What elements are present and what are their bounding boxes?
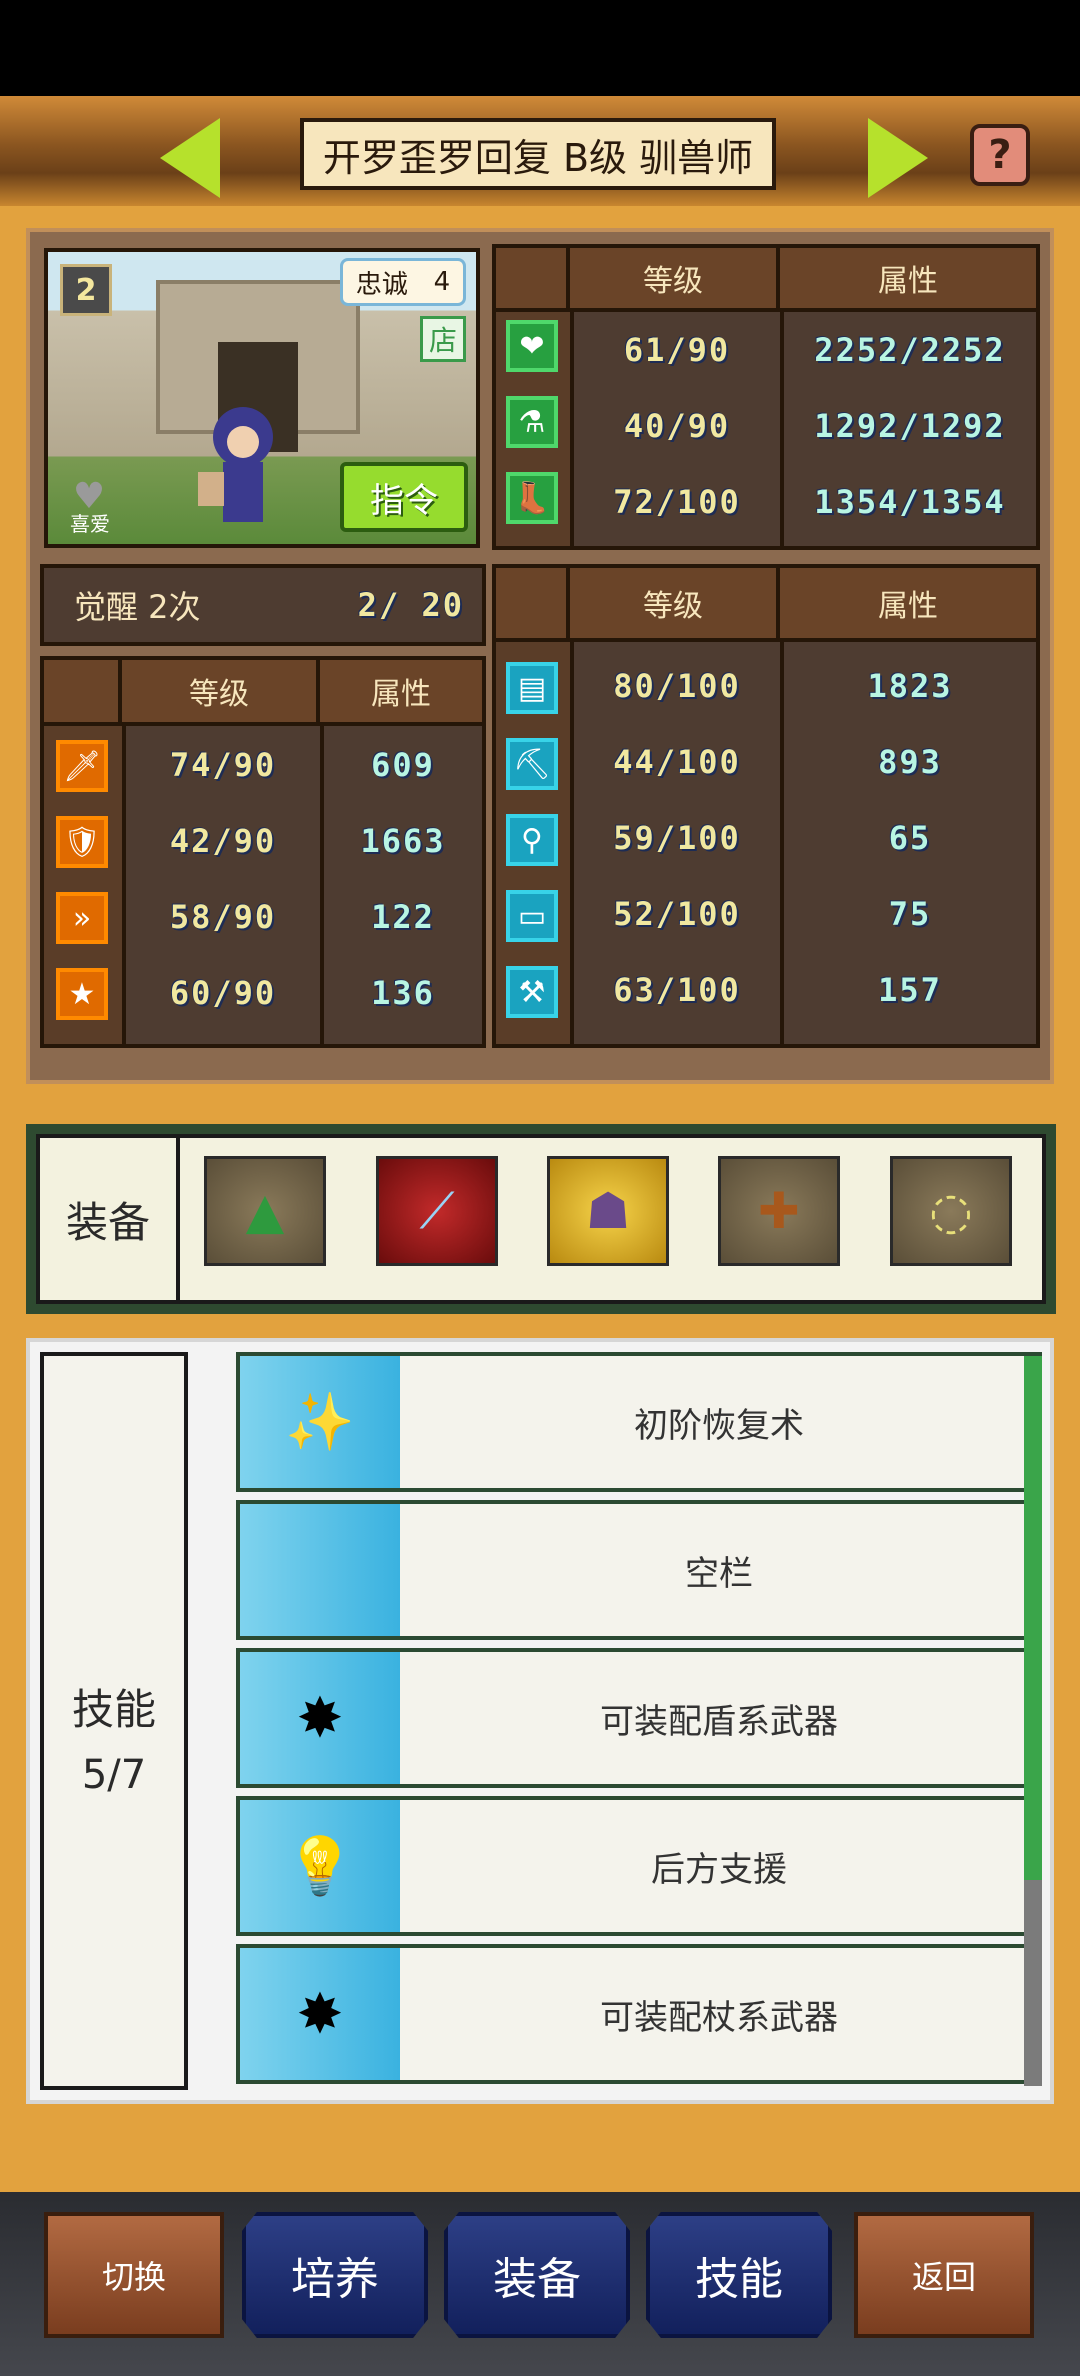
luck-attr: 136 [371, 974, 435, 1012]
awaken-row: 觉醒 2次 2/ 20 [40, 564, 486, 646]
rank-badge: 2 [60, 264, 112, 316]
skill-slot-2[interactable]: 空栏 [236, 1500, 1042, 1640]
skill-tab[interactable]: 技能 [646, 2212, 832, 2338]
skill-name: 可装配杖系武器 [600, 1997, 838, 2038]
shovel-icon: ⚲ [506, 814, 558, 866]
sparkle-weapon-icon: ✸ [240, 1948, 400, 2080]
equip-slot-hat[interactable]: ▲ [204, 1156, 326, 1266]
sword-icon: 🗡 [56, 740, 108, 792]
empty-skill-icon [240, 1504, 400, 1636]
craft-attr: 1823 [867, 667, 953, 705]
col-attr: 属性 [320, 660, 482, 722]
boot-icon: 👢 [506, 472, 558, 524]
equip-slot-doll[interactable]: ☗ [547, 1156, 669, 1266]
skill-slot-3[interactable]: ✸ 可装配盾系武器 [236, 1648, 1042, 1788]
luck-level: 60/90 [169, 974, 277, 1012]
cat-doll-icon: ☗ [585, 1182, 631, 1240]
hp-level: 61/90 [623, 331, 731, 369]
magic-staff-icon: ⟋ [419, 1181, 455, 1240]
equip-slot-necklace[interactable]: ◌ [890, 1156, 1012, 1266]
heart-icon: ❤ [506, 320, 558, 372]
skill-name: 后方支援 [651, 1849, 787, 1890]
mining-level: 44/100 [613, 743, 741, 781]
treasure-attr: 75 [888, 895, 932, 933]
mp-attr: 1292/1292 [814, 407, 1006, 445]
switch-button[interactable]: 切换 [44, 2212, 224, 2338]
skill-name: 初阶恢复术 [634, 1405, 804, 1446]
book-icon: ▤ [506, 662, 558, 714]
skill-name: 空栏 [685, 1553, 753, 1594]
prev-arrow-button[interactable] [160, 118, 220, 198]
equipment-label: 装备 [40, 1138, 180, 1300]
help-icon[interactable]: ? [970, 124, 1030, 186]
sparkle-weapon-icon: ✸ [240, 1652, 400, 1784]
spd-attr: 122 [371, 898, 435, 936]
col-level: 等级 [570, 568, 780, 638]
scrollbar-track[interactable] [1024, 1356, 1042, 2086]
skill-slot-4[interactable]: 💡 后方支援 [236, 1796, 1042, 1936]
hp-attr: 2252/2252 [814, 331, 1006, 369]
stamina-level: 72/100 [613, 483, 741, 521]
command-button[interactable]: 指令 [340, 462, 468, 532]
treasure-level: 52/100 [613, 895, 741, 933]
top-stats-table: 等级 属性 ❤ 61/90 2252/2252 ⚗ 40/90 1292/129… [492, 244, 1040, 550]
craft-level: 80/100 [613, 667, 741, 705]
def-attr: 1663 [360, 822, 446, 860]
wand-icon: ✨ [240, 1356, 400, 1488]
tool-level: 63/100 [613, 971, 741, 1009]
status-bar [0, 0, 1080, 96]
scrollbar-thumb[interactable] [1024, 1356, 1042, 1880]
col-level: 等级 [570, 248, 780, 308]
tool-attr: 157 [878, 971, 942, 1009]
mp-level: 40/90 [623, 407, 731, 445]
col-attr: 属性 [780, 568, 1036, 638]
character-title: 开罗歪罗回复 B级 驯兽师 [300, 118, 776, 190]
skills-panel: 技能 5/7 ✨ 初阶恢复术 空栏 ✸ 可装配盾系武器 💡 后方支援 ✸ 可装配… [26, 1338, 1054, 2104]
wizard-hat-icon: ▲ [245, 1182, 285, 1240]
back-button[interactable]: 返回 [854, 2212, 1034, 2338]
train-tab[interactable]: 培养 [242, 2212, 428, 2338]
mining-attr: 893 [878, 743, 942, 781]
lightbulb-icon: 💡 [240, 1800, 400, 1932]
loyalty-value: 4 [433, 267, 451, 297]
loyalty-badge: 忠诚 4 [340, 258, 466, 306]
equip-slot-armor[interactable]: ✚ [718, 1156, 840, 1266]
necklace-icon: ◌ [929, 1182, 973, 1240]
skill-slot-5[interactable]: ✸ 可装配杖系武器 [236, 1944, 1042, 2084]
col-level: 等级 [122, 660, 320, 722]
equip-tab[interactable]: 装备 [444, 2212, 630, 2338]
skills-sidebar: 技能 5/7 [40, 1352, 188, 2090]
tool-icon: ⚒ [506, 966, 558, 1018]
equip-slot-staff[interactable]: ⟋ [376, 1156, 498, 1266]
dig-level: 59/100 [613, 819, 741, 857]
equipment-panel: 装备 ▲ ⟋ ☗ ✚ ◌ [26, 1124, 1056, 1314]
skills-count: 5/7 [81, 1752, 147, 1798]
shield-icon: 🛡 [56, 816, 108, 868]
stamina-attr: 1354/1354 [814, 483, 1006, 521]
left-stats-table: 等级 属性 🗡 74/90 609 🛡 42/90 1663 » 58/90 1… [40, 656, 486, 1048]
favorite-label: 喜爱 [70, 512, 110, 536]
atk-attr: 609 [371, 746, 435, 784]
next-arrow-button[interactable] [868, 118, 928, 198]
col-attr: 属性 [780, 248, 1036, 308]
def-level: 42/90 [169, 822, 277, 860]
spd-level: 58/90 [169, 898, 277, 936]
skill-slot-1[interactable]: ✨ 初阶恢复术 [236, 1352, 1042, 1492]
star-icon: ★ [56, 968, 108, 1020]
awaken-progress: 2/ 20 [357, 586, 464, 624]
potion-icon: ⚗ [506, 396, 558, 448]
awaken-label: 觉醒 2次 [74, 588, 201, 626]
atk-level: 74/90 [169, 746, 277, 784]
dig-attr: 65 [888, 819, 932, 857]
leather-armor-icon: ✚ [758, 1182, 800, 1240]
speed-icon: » [56, 892, 108, 944]
right-stats-table: 等级 属性 ▤ 80/100 1823 ⛏ 44/100 893 ⚲ 59/10… [492, 564, 1040, 1048]
chest-icon: ▭ [506, 890, 558, 942]
skills-label: 技能 [71, 1685, 156, 1734]
shop-icon[interactable]: 店 [420, 316, 466, 362]
loyalty-label: 忠诚 [355, 269, 408, 300]
pickaxe-icon: ⛏ [506, 738, 558, 790]
skill-name: 可装配盾系武器 [600, 1701, 838, 1742]
